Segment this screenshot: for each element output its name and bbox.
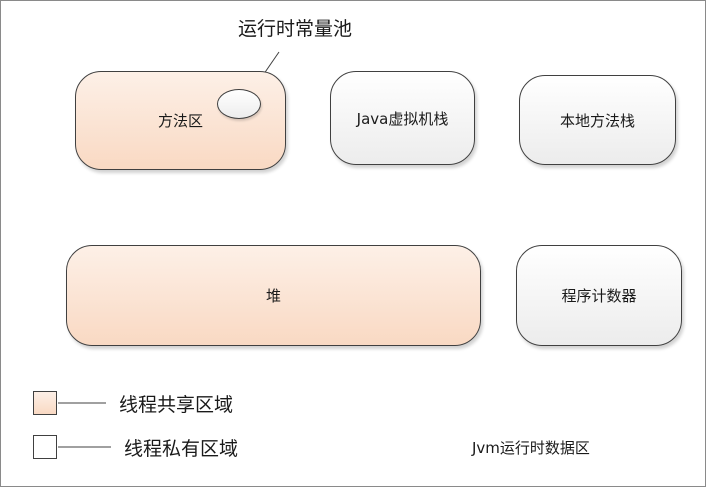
native-method-stack-box: 本地方法栈 (519, 75, 676, 165)
legend-private-swatch (33, 435, 57, 459)
program-counter-box: 程序计数器 (516, 245, 682, 346)
heap-label: 堆 (265, 287, 281, 305)
method-area-label: 方法区 (157, 112, 203, 130)
native-method-stack-label: 本地方法栈 (559, 111, 635, 130)
runtime-constant-pool-ellipse (217, 89, 261, 119)
program-counter-label: 程序计数器 (561, 287, 637, 305)
java-vm-stack-label: Java虚拟机栈 (356, 109, 449, 128)
legend-shared-label: 线程共享区域 (119, 394, 234, 416)
heap-box: 堆 (66, 245, 481, 346)
method-area-box: 方法区 (75, 71, 286, 170)
legend-private-label: 线程私有区域 (124, 438, 239, 460)
legend-shared-swatch (33, 391, 57, 415)
java-vm-stack-box: Java虚拟机栈 (330, 71, 475, 165)
runtime-constant-pool-label: 运行时常量池 (238, 18, 353, 40)
diagram-caption: Jvm运行时数据区 (472, 439, 590, 457)
